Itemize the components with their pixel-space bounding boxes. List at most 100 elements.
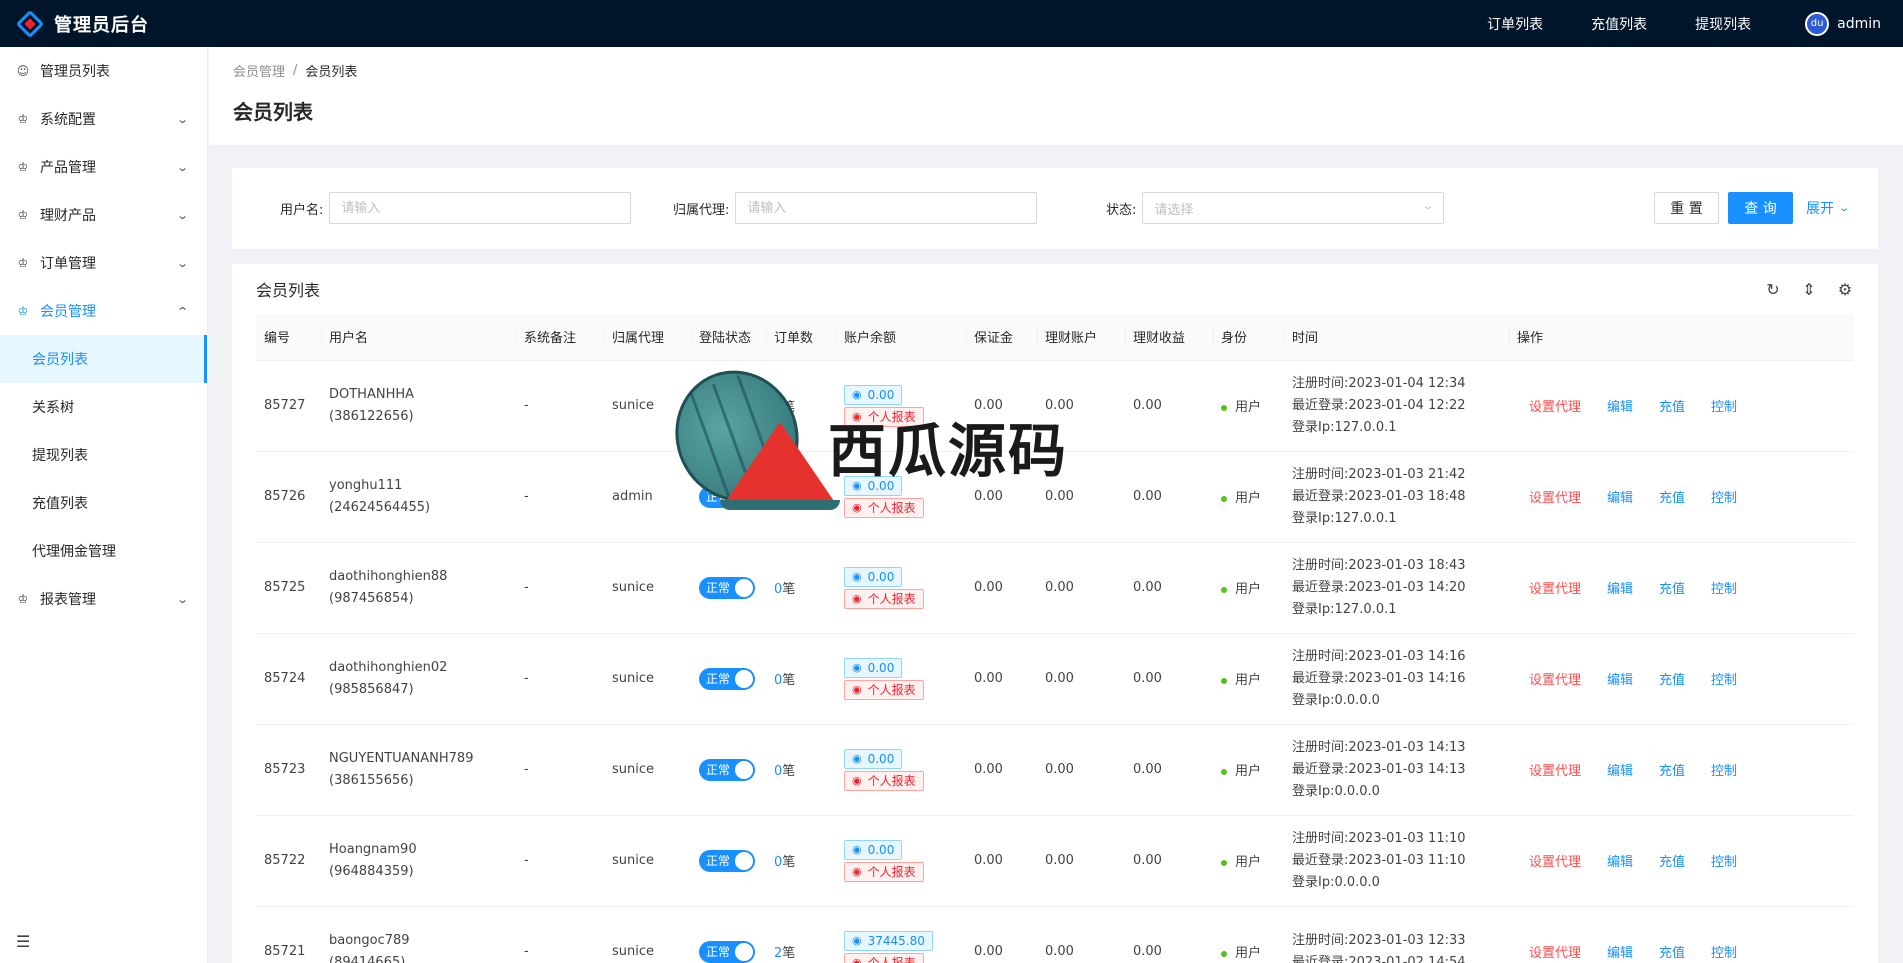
- app-logo[interactable]: 管理员后台: [0, 9, 210, 38]
- personal-report-tag[interactable]: ◉ 个人报表: [844, 861, 924, 882]
- recharge-button[interactable]: 充值: [1659, 578, 1685, 597]
- login-status-switch[interactable]: 正常: [699, 485, 755, 508]
- balance-tag[interactable]: ◉ 0.00: [844, 657, 903, 678]
- user-menu[interactable]: du admin: [1775, 11, 1903, 36]
- sidebar-item-report-manage[interactable]: ♔ 报表管理 ⌄: [0, 575, 207, 623]
- recharge-button[interactable]: 充值: [1659, 760, 1685, 779]
- login-status-switch[interactable]: 正常: [699, 576, 755, 599]
- deposit: 0.00: [966, 724, 1037, 816]
- column-header[interactable]: 用户名: [321, 314, 516, 361]
- column-header[interactable]: 系统备注: [516, 314, 604, 361]
- sidebar-item-wealth-product[interactable]: ♔ 理财产品 ⌄: [0, 191, 207, 239]
- control-button[interactable]: 控制: [1711, 487, 1737, 506]
- top-header: 管理员后台 订单列表 充值列表 提现列表 du admin: [0, 0, 1903, 47]
- column-header[interactable]: 登陆状态: [691, 314, 766, 361]
- reload-icon[interactable]: ↻: [1764, 280, 1782, 299]
- personal-report-tag[interactable]: ◉ 个人报表: [844, 770, 924, 791]
- recharge-button[interactable]: 充值: [1659, 396, 1685, 415]
- control-button[interactable]: 控制: [1711, 578, 1737, 597]
- nav-order-list[interactable]: 订单列表: [1463, 14, 1567, 34]
- nav-withdraw-list[interactable]: 提现列表: [1671, 14, 1775, 34]
- sidebar-item-member-manage[interactable]: ♔ 会员管理 ⌃: [0, 287, 207, 335]
- sidebar-item-agent-commission[interactable]: 代理佣金管理: [0, 527, 207, 575]
- agent-input[interactable]: [735, 192, 1038, 224]
- sidebar: ☺ 管理员列表 ♔ 系统配置 ⌄ ♔ 产品管理 ⌄ ♔ 理财产品 ⌄ ♔ 订单管…: [0, 47, 208, 963]
- menu-fold-icon[interactable]: ☰: [16, 932, 30, 951]
- balance-tag[interactable]: ◉ 0.00: [844, 475, 903, 496]
- sidebar-item-system-config[interactable]: ♔ 系统配置 ⌄: [0, 95, 207, 143]
- eye-icon: ◉: [852, 478, 862, 492]
- app-title: 管理员后台: [54, 14, 149, 36]
- set-agent-button[interactable]: 设置代理: [1529, 760, 1581, 779]
- edit-button[interactable]: 编辑: [1607, 396, 1633, 415]
- personal-report-tag[interactable]: ◉ 个人报表: [844, 679, 924, 700]
- balance-tag[interactable]: ◉ 0.00: [844, 566, 903, 587]
- username-input[interactable]: [329, 192, 632, 224]
- login-status-switch[interactable]: 正常: [699, 758, 755, 781]
- nav-recharge-list[interactable]: 充值列表: [1567, 14, 1671, 34]
- set-agent-button[interactable]: 设置代理: [1529, 578, 1581, 597]
- sidebar-item-withdraw-list[interactable]: 提现列表: [0, 431, 207, 479]
- sidebar-item-member-list[interactable]: 会员列表: [0, 335, 207, 383]
- edit-button[interactable]: 编辑: [1607, 942, 1633, 961]
- set-agent-button[interactable]: 设置代理: [1529, 669, 1581, 688]
- query-button[interactable]: 查 询: [1728, 192, 1793, 224]
- recharge-button[interactable]: 充值: [1659, 487, 1685, 506]
- column-header[interactable]: 理财收益: [1125, 314, 1213, 361]
- column-header[interactable]: 订单数: [766, 314, 836, 361]
- setting-icon[interactable]: ⚙: [1836, 280, 1854, 299]
- login-status-switch[interactable]: 正常: [699, 667, 755, 690]
- balance-tag[interactable]: ◉ 0.00: [844, 748, 903, 769]
- control-button[interactable]: 控制: [1711, 760, 1737, 779]
- personal-report-tag[interactable]: ◉ 个人报表: [844, 406, 924, 427]
- column-header[interactable]: 时间: [1284, 314, 1509, 361]
- column-header[interactable]: 归属代理: [604, 314, 691, 361]
- column-height-icon[interactable]: ⇕: [1800, 280, 1818, 299]
- column-header[interactable]: 账户余额: [836, 314, 966, 361]
- agent-name: admin: [604, 451, 691, 543]
- reset-button[interactable]: 重 置: [1654, 192, 1719, 224]
- breadcrumb-parent[interactable]: 会员管理: [233, 61, 285, 80]
- sidebar-item-relation-tree[interactable]: 关系树: [0, 383, 207, 431]
- sidebar-item-admin-list[interactable]: ☺ 管理员列表: [0, 47, 207, 95]
- column-header[interactable]: 理财账户: [1037, 314, 1125, 361]
- set-agent-button[interactable]: 设置代理: [1529, 487, 1581, 506]
- balance-tag[interactable]: ◉ 37445.80: [844, 930, 933, 951]
- edit-button[interactable]: 编辑: [1607, 669, 1633, 688]
- edit-button[interactable]: 编辑: [1607, 578, 1633, 597]
- login-status-switch[interactable]: 正常: [699, 394, 755, 417]
- personal-report-tag[interactable]: ◉ 个人报表: [844, 497, 924, 518]
- expand-toggle[interactable]: 展开 ⌄: [1806, 192, 1850, 224]
- sidebar-item-recharge-list[interactable]: 充值列表: [0, 479, 207, 527]
- recharge-button[interactable]: 充值: [1659, 942, 1685, 961]
- recharge-button[interactable]: 充值: [1659, 669, 1685, 688]
- member-username: daothihonghien88: [329, 568, 448, 584]
- column-header[interactable]: 操作: [1509, 314, 1854, 361]
- eye-icon: ◉: [852, 933, 862, 947]
- breadcrumb: 会员管理 / 会员列表: [233, 61, 1879, 80]
- sidebar-item-product-manage[interactable]: ♔ 产品管理 ⌄: [0, 143, 207, 191]
- column-header[interactable]: 保证金: [966, 314, 1037, 361]
- login-status-switch[interactable]: 正常: [699, 849, 755, 872]
- set-agent-button[interactable]: 设置代理: [1529, 396, 1581, 415]
- edit-button[interactable]: 编辑: [1607, 760, 1633, 779]
- edit-button[interactable]: 编辑: [1607, 851, 1633, 870]
- balance-tag[interactable]: ◉ 0.00: [844, 384, 903, 405]
- balance-tag[interactable]: ◉ 0.00: [844, 839, 903, 860]
- personal-report-tag[interactable]: ◉ 个人报表: [844, 952, 924, 963]
- edit-button[interactable]: 编辑: [1607, 487, 1633, 506]
- column-header[interactable]: 身份: [1213, 314, 1284, 361]
- set-agent-button[interactable]: 设置代理: [1529, 851, 1581, 870]
- sidebar-item-order-manage[interactable]: ♔ 订单管理 ⌄: [0, 239, 207, 287]
- set-agent-button[interactable]: 设置代理: [1529, 942, 1581, 961]
- control-button[interactable]: 控制: [1711, 669, 1737, 688]
- control-button[interactable]: 控制: [1711, 851, 1737, 870]
- status-select[interactable]: 请选择 ⌄: [1142, 192, 1445, 224]
- personal-report-tag[interactable]: ◉ 个人报表: [844, 588, 924, 609]
- recharge-button[interactable]: 充值: [1659, 851, 1685, 870]
- order-count-cell: 0笔: [766, 633, 836, 725]
- login-status-switch[interactable]: 正常: [699, 940, 755, 963]
- control-button[interactable]: 控制: [1711, 942, 1737, 961]
- control-button[interactable]: 控制: [1711, 396, 1737, 415]
- column-header[interactable]: 编号: [256, 314, 321, 361]
